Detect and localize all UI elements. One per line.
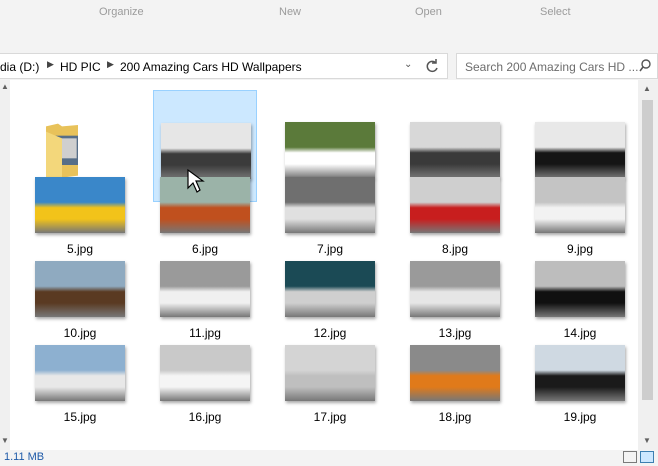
file-item[interactable]: 19.jpg [528, 313, 632, 425]
search-icon[interactable] [639, 59, 651, 73]
scroll-up-icon[interactable]: ▲ [1, 82, 9, 91]
mouse-cursor-icon [187, 168, 205, 193]
navigation-pane-scrollbar[interactable]: ▲ ▼ [0, 80, 10, 450]
address-bar[interactable]: dia (D:) ▶ HD PIC ▶ 200 Amazing Cars HD … [0, 53, 448, 79]
file-item[interactable]: 18.jpg [403, 313, 507, 425]
thumbnail-image [285, 261, 375, 317]
thumbnail-image [535, 177, 625, 233]
ribbon-select[interactable]: Select [540, 6, 571, 18]
file-item[interactable]: 16.jpg [153, 313, 257, 425]
ribbon-open[interactable]: Open [415, 6, 442, 18]
file-label: 15.jpg [63, 410, 97, 424]
thumbnail-image [35, 177, 125, 233]
scroll-up-icon[interactable]: ▲ [643, 84, 651, 93]
file-label: 18.jpg [438, 410, 472, 424]
thumbnail-image [410, 261, 500, 317]
view-switcher [620, 451, 654, 466]
scroll-down-icon[interactable]: ▼ [1, 436, 9, 445]
file-item[interactable]: 17.jpg [278, 313, 382, 425]
ribbon-organize[interactable]: Organize [99, 6, 144, 18]
file-label: 19.jpg [563, 410, 597, 424]
scroll-down-icon[interactable]: ▼ [643, 436, 651, 445]
address-row: dia (D:) ▶ HD PIC ▶ 200 Amazing Cars HD … [0, 53, 658, 79]
large-icons-view-icon[interactable] [640, 451, 654, 463]
file-view-scrollbar[interactable]: ▲ ▼ [638, 80, 658, 450]
thumbnail-image [160, 345, 250, 401]
thumbnail-image [160, 261, 250, 317]
status-bar: 1.11 MB [0, 450, 658, 466]
thumbnail-image [35, 261, 125, 317]
breadcrumb-separator-icon[interactable]: ▶ [107, 59, 114, 70]
thumbnail-image [285, 177, 375, 233]
thumbnail-image [35, 345, 125, 401]
ribbon-new[interactable]: New [279, 6, 301, 18]
thumbnail-image [535, 261, 625, 317]
breadcrumb-hd-pic[interactable]: HD PIC [60, 60, 101, 74]
file-item[interactable]: 15.jpg [28, 313, 132, 425]
scrollbar-thumb[interactable] [642, 100, 653, 400]
thumbnail-image [410, 177, 500, 233]
thumbnail-image [535, 345, 625, 401]
details-view-icon[interactable] [623, 451, 637, 463]
file-label: 16.jpg [188, 410, 222, 424]
thumbnail-image [285, 345, 375, 401]
breadcrumb-current-folder[interactable]: 200 Amazing Cars HD Wallpapers [120, 60, 302, 74]
search-placeholder[interactable]: Search 200 Amazing Cars HD ... [465, 60, 638, 74]
refresh-icon[interactable] [424, 57, 440, 75]
breadcrumb-drive[interactable]: dia (D:) [0, 60, 39, 74]
search-box[interactable]: Search 200 Amazing Cars HD ... [456, 53, 658, 79]
breadcrumb-separator-icon[interactable]: ▶ [47, 59, 54, 70]
file-view[interactable]: output 1.jpg2.jpg3.jpg4.jpg5.jpg6.jpg7.j… [10, 80, 638, 450]
thumbnail-image [410, 345, 500, 401]
selection-size: 1.11 MB [4, 451, 45, 463]
file-label: 17.jpg [313, 410, 347, 424]
address-dropdown-icon[interactable]: ⌄ [404, 59, 412, 70]
ribbon: Organize New Open Select [0, 0, 658, 26]
